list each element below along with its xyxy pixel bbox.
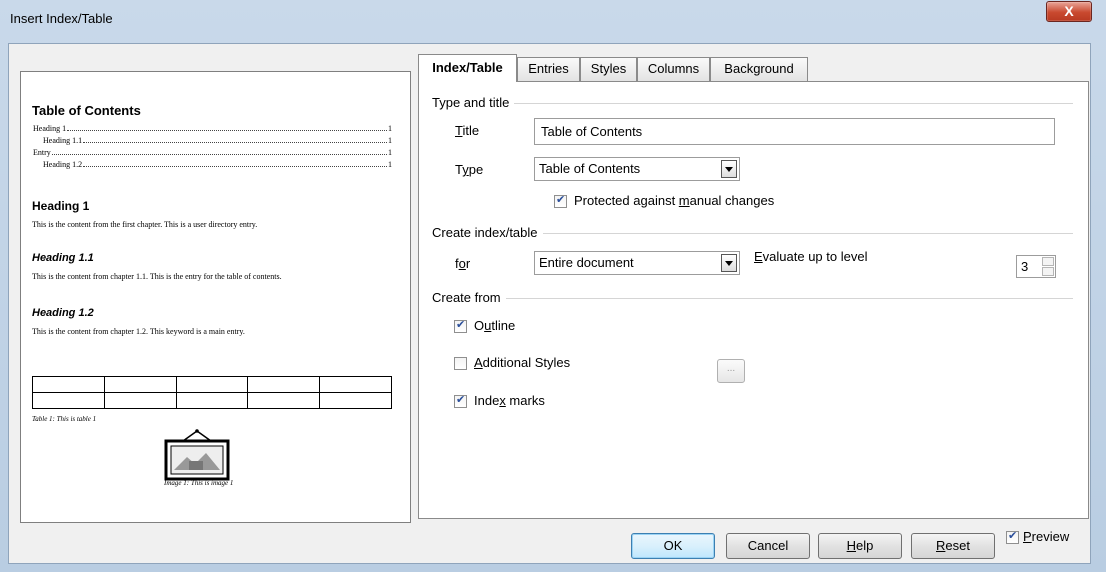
level-value: 3 xyxy=(1021,259,1029,274)
picture-icon xyxy=(164,429,230,481)
outline-label[interactable]: Outline xyxy=(474,318,515,333)
preview-paragraph: This is the content from the first chapt… xyxy=(32,220,258,229)
preview-toc-title: Table of Contents xyxy=(32,103,141,118)
chevron-down-icon[interactable] xyxy=(721,254,737,272)
preview-image-caption: Image 1: This is image 1 xyxy=(164,479,234,487)
preview-heading-1-1: Heading 1.1 xyxy=(32,252,94,264)
level-spinner[interactable]: 3 xyxy=(1016,255,1056,278)
preview-paragraph: This is the content from chapter 1.2. Th… xyxy=(32,327,245,336)
window-title: Insert Index/Table xyxy=(10,11,113,26)
close-icon: X xyxy=(1064,3,1074,19)
protected-label[interactable]: Protected against manual changes xyxy=(574,193,774,208)
additional-styles-label[interactable]: Additional Styles xyxy=(474,355,570,370)
index-table-panel xyxy=(418,81,1089,519)
additional-styles-checkbox[interactable] xyxy=(454,357,467,370)
divider xyxy=(432,298,1073,299)
tab-styles[interactable]: Styles xyxy=(580,57,637,81)
index-marks-checkbox[interactable] xyxy=(454,393,467,408)
title-input[interactable]: Table of Contents xyxy=(534,118,1055,145)
preview-heading-1-2: Heading 1.2 xyxy=(32,307,94,319)
title-bar[interactable]: Insert Index/Table X xyxy=(0,0,1106,40)
preview-heading-1: Heading 1 xyxy=(32,199,90,213)
help-button[interactable]: Help xyxy=(818,533,902,559)
dialog-window: Insert Index/Table X Table of Contents H… xyxy=(0,0,1106,572)
for-select[interactable]: Entire document xyxy=(534,251,740,275)
preview-toc-entry: Heading 11 xyxy=(33,124,392,133)
chevron-down-icon[interactable] xyxy=(721,160,737,178)
spin-up-icon[interactable] xyxy=(1042,257,1054,266)
type-label: Type xyxy=(455,162,484,177)
divider xyxy=(432,103,1073,104)
preview-pane: Table of Contents Heading 11 Heading 1.1… xyxy=(20,71,411,523)
cancel-button[interactable]: Cancel xyxy=(726,533,810,559)
preview-toc-entry: Heading 1.2 1 xyxy=(43,160,392,169)
preview-table-caption: Table 1: This is table 1 xyxy=(32,415,97,423)
title-label: Title xyxy=(455,123,480,138)
group-create-from: Create from xyxy=(432,290,506,305)
for-label: for xyxy=(455,256,471,271)
tab-background[interactable]: Background xyxy=(710,57,808,81)
close-button[interactable]: X xyxy=(1046,1,1092,22)
evaluate-level-label: Evaluate up to level xyxy=(754,249,868,264)
assign-styles-button[interactable]: ... xyxy=(717,359,745,383)
group-create-index: Create index/table xyxy=(432,225,543,240)
preview-paragraph: This is the content from chapter 1.1. Th… xyxy=(32,272,282,281)
preview-toc-entry: Entry 1 xyxy=(33,148,392,157)
tab-columns[interactable]: Columns xyxy=(637,57,710,81)
protected-checkbox[interactable] xyxy=(554,193,567,208)
reset-button[interactable]: Reset xyxy=(911,533,995,559)
tab-index-table[interactable]: Index/Table xyxy=(418,54,517,82)
index-marks-label[interactable]: Index marks xyxy=(474,393,545,408)
spin-down-icon[interactable] xyxy=(1042,267,1054,276)
tab-entries[interactable]: Entries xyxy=(517,57,580,81)
group-type-and-title: Type and title xyxy=(432,95,515,110)
outline-checkbox[interactable] xyxy=(454,318,467,333)
ok-button[interactable]: OK xyxy=(631,533,715,559)
type-select[interactable]: Table of Contents xyxy=(534,157,740,181)
preview-toc-entry: Heading 1.1 1 xyxy=(43,136,392,145)
preview-table xyxy=(32,376,392,409)
preview-checkbox[interactable] xyxy=(1006,529,1019,544)
preview-label[interactable]: Preview xyxy=(1023,529,1069,544)
